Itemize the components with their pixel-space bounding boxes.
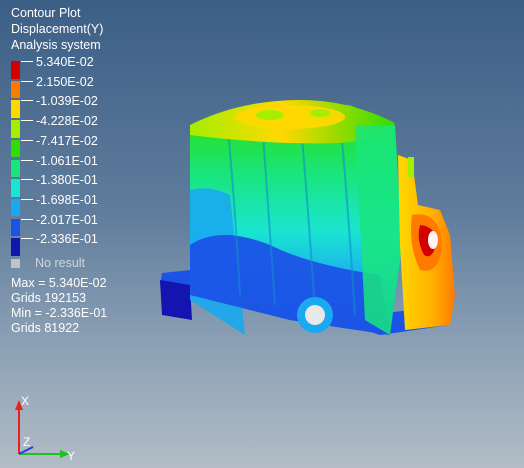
legend-label: -2.336E-01 <box>36 232 98 247</box>
housing-body <box>190 100 402 335</box>
min-value: Min = -2.336E-01 <box>11 306 108 320</box>
model-viewport[interactable] <box>150 95 460 345</box>
legend-tick <box>21 139 33 141</box>
legend-swatch <box>11 198 20 217</box>
coordinate-system-title: Analysis system <box>11 38 101 52</box>
max-value: Max = 5.340E-02 <box>11 276 107 290</box>
side-bracket <box>398 155 455 330</box>
legend-swatch <box>11 139 20 158</box>
legend-label: -1.039E-02 <box>36 94 98 109</box>
no-result-label: No result <box>35 256 86 270</box>
legend-tick <box>21 61 33 62</box>
legend-label: -1.061E-01 <box>36 153 98 168</box>
legend-swatch <box>11 238 20 256</box>
y-axis-label: Y <box>67 449 75 463</box>
no-result-entry: No result <box>11 256 85 270</box>
contour-legend: 5.340E-02 2.150E-02 -1.039E-02 -4.228E-02 -7… <box>11 55 141 256</box>
min-grids: Grids 81922 <box>11 321 80 335</box>
legend-tick <box>21 159 33 161</box>
plot-type-title: Contour Plot <box>11 6 81 20</box>
legend-tick <box>21 198 33 200</box>
legend-label: 5.340E-02 <box>36 55 94 69</box>
legend-swatch <box>11 61 20 79</box>
legend-tick <box>21 238 33 240</box>
legend-swatch <box>11 80 20 99</box>
legend-label: -1.698E-01 <box>36 192 98 207</box>
legend-label: -7.417E-02 <box>36 133 98 148</box>
legend-label: -1.380E-01 <box>36 173 98 188</box>
legend-label: 2.150E-02 <box>36 74 94 89</box>
result-type-title: Displacement(Y) <box>11 22 104 36</box>
legend-swatch <box>11 159 20 177</box>
no-result-swatch <box>11 259 20 268</box>
contour-plot-header: Contour Plot Displacement(Y) Analysis sy… <box>11 5 103 53</box>
legend-label: -2.017E-01 <box>36 212 98 227</box>
legend-tick <box>21 179 33 181</box>
coordinate-triad: X Z Y <box>15 394 75 463</box>
legend-swatch <box>11 218 20 237</box>
legend-tick <box>21 120 33 122</box>
legend-swatch <box>11 179 20 197</box>
legend-tick <box>21 218 33 220</box>
result-statistics: Max = 5.340E-02 Grids 192153 Min = -2.33… <box>11 276 107 336</box>
x-axis-label: X <box>21 394 29 408</box>
legend-swatch <box>11 100 20 118</box>
max-grids: Grids 192153 <box>11 291 87 305</box>
legend-swatch <box>11 120 20 138</box>
legend-label: -4.228E-02 <box>36 114 98 129</box>
legend-tick <box>21 100 33 102</box>
z-axis-label: Z <box>23 435 30 449</box>
legend-tick <box>21 80 33 82</box>
